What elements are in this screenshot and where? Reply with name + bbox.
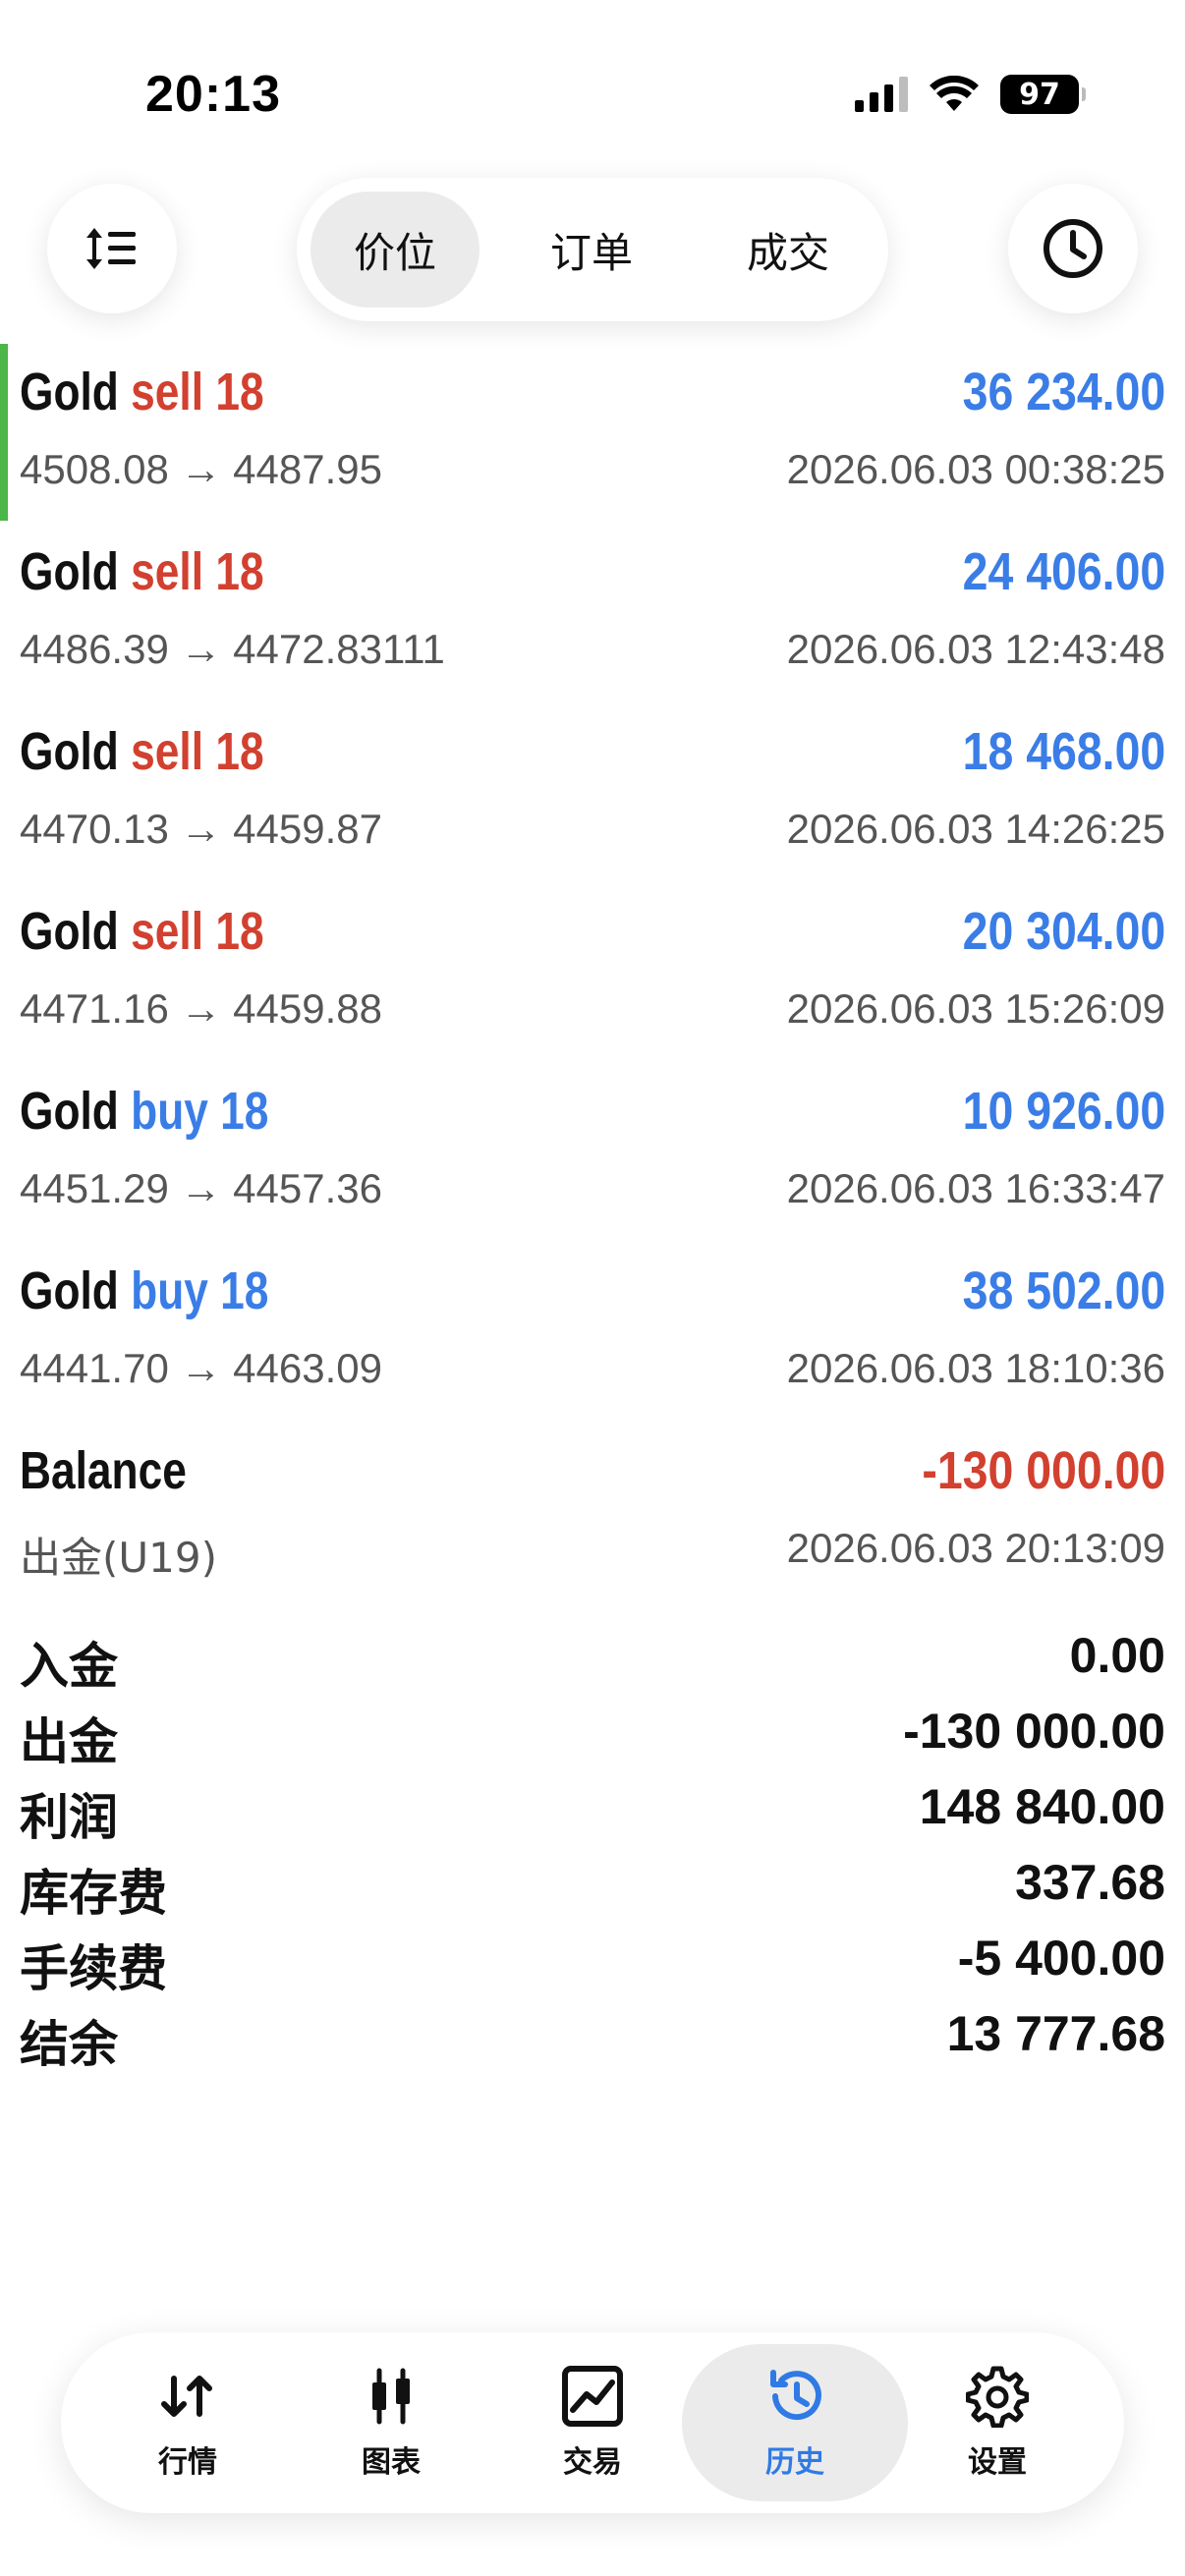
period-button[interactable] bbox=[1008, 184, 1138, 313]
deal-prices: 4486.39 → 4472.83111 bbox=[20, 626, 445, 672]
deal-time: 2026.06.03 18:10:36 bbox=[786, 1345, 1165, 1391]
deal-title: Gold sell 18 bbox=[20, 721, 264, 782]
history-icon bbox=[770, 2370, 821, 2421]
deal-symbol: Gold bbox=[20, 902, 119, 961]
status-time: 20:13 bbox=[145, 66, 281, 123]
history-summary: 入金 0.00 出金 -130 000.00 利润 148 840.00 库存费… bbox=[20, 1619, 1165, 2073]
summary-row-withdrawal: 出金 -130 000.00 bbox=[20, 1695, 1165, 1770]
summary-value: 148 840.00 bbox=[919, 1779, 1165, 1834]
summary-value: 13 777.68 bbox=[946, 2006, 1165, 2061]
bottom-tab-bar: 行情 图表 交易 历史 设置 bbox=[61, 2332, 1124, 2513]
deal-row[interactable]: Gold sell 18 36 234.00 4508.08 → 4487.95… bbox=[0, 344, 1185, 524]
deal-title: Gold sell 18 bbox=[20, 901, 264, 962]
deal-symbol: Gold bbox=[20, 363, 119, 421]
deal-time: 2026.06.03 00:38:25 bbox=[786, 446, 1165, 492]
deal-side: sell 18 bbox=[131, 363, 264, 421]
battery-icon: 97 bbox=[1000, 75, 1086, 114]
tab-label: 行情 bbox=[158, 2445, 217, 2480]
deal-symbol: Gold bbox=[20, 1261, 119, 1320]
deal-time: 2026.06.03 12:43:48 bbox=[786, 626, 1165, 672]
clock-icon bbox=[1044, 219, 1102, 278]
deal-list: Gold sell 18 36 234.00 4508.08 → 4487.95… bbox=[0, 344, 1185, 1602]
deal-profit: 10 926.00 bbox=[962, 1082, 1165, 1141]
deal-side: buy 18 bbox=[131, 1261, 269, 1320]
segment-deals[interactable]: 成交 bbox=[704, 192, 873, 308]
summary-label: 入金 bbox=[20, 1638, 118, 1695]
trade-chart-icon bbox=[562, 2366, 623, 2427]
summary-label: 利润 bbox=[20, 1789, 118, 1846]
tab-label: 交易 bbox=[563, 2445, 622, 2480]
deal-time: 2026.06.03 16:33:47 bbox=[786, 1165, 1165, 1211]
summary-label: 库存费 bbox=[20, 1865, 167, 1922]
deal-row[interactable]: Gold buy 18 10 926.00 4451.29 → 4457.36 … bbox=[0, 1063, 1185, 1243]
deal-time: 2026.06.03 15:26:09 bbox=[786, 985, 1165, 1032]
summary-row-commission: 手续费 -5 400.00 bbox=[20, 1922, 1165, 1997]
tab-trade[interactable]: 交易 bbox=[480, 2344, 705, 2501]
segment-orders[interactable]: 订单 bbox=[507, 192, 676, 308]
deal-title: Gold sell 18 bbox=[20, 362, 264, 422]
summary-row-balance: 结余 13 777.68 bbox=[20, 1997, 1165, 2073]
tab-label: 历史 bbox=[765, 2445, 824, 2480]
summary-label: 结余 bbox=[20, 2016, 118, 2073]
deal-side: sell 18 bbox=[131, 722, 264, 781]
status-icons: 97 bbox=[855, 73, 1086, 116]
balance-amount: -130 000.00 bbox=[922, 1441, 1165, 1500]
summary-value: 337.68 bbox=[1015, 1855, 1165, 1910]
summary-row-deposit: 入金 0.00 bbox=[20, 1619, 1165, 1695]
sort-button[interactable] bbox=[47, 184, 177, 313]
deal-profit: 38 502.00 bbox=[962, 1261, 1165, 1320]
wifi-icon bbox=[930, 76, 979, 111]
battery-level: 97 bbox=[1019, 77, 1060, 112]
balance-time: 2026.06.03 20:13:09 bbox=[786, 1525, 1165, 1571]
deal-profit: 24 406.00 bbox=[962, 542, 1165, 601]
tab-history[interactable]: 历史 bbox=[682, 2344, 908, 2501]
deal-row[interactable]: Gold sell 18 24 406.00 4486.39 → 4472.83… bbox=[0, 524, 1185, 703]
deal-row[interactable]: Gold sell 18 18 468.00 4470.13 → 4459.87… bbox=[0, 703, 1185, 883]
summary-value: -130 000.00 bbox=[903, 1704, 1165, 1759]
tab-label: 图表 bbox=[362, 2445, 421, 2480]
deal-prices: 4451.29 → 4457.36 bbox=[20, 1165, 382, 1211]
deal-profit: 18 468.00 bbox=[962, 722, 1165, 781]
tab-quotes[interactable]: 行情 bbox=[75, 2344, 301, 2501]
tab-label: 设置 bbox=[968, 2445, 1027, 2480]
candlestick-icon bbox=[372, 2368, 410, 2425]
sort-icon bbox=[86, 228, 136, 269]
deal-prices: 4470.13 → 4459.87 bbox=[20, 806, 382, 852]
cellular-signal-icon bbox=[855, 77, 908, 112]
deal-row[interactable]: Gold buy 18 38 502.00 4441.70 → 4463.09 … bbox=[0, 1243, 1185, 1423]
balance-comment: 出金(U19) bbox=[20, 1534, 217, 1582]
deal-profit: 20 304.00 bbox=[962, 902, 1165, 961]
deal-side: sell 18 bbox=[131, 542, 264, 601]
deal-prices: 4441.70 → 4463.09 bbox=[20, 1345, 382, 1391]
deal-symbol: Gold bbox=[20, 722, 119, 781]
deal-prices: 4508.08 → 4487.95 bbox=[20, 446, 382, 492]
deal-side: sell 18 bbox=[131, 902, 264, 961]
tab-charts[interactable]: 图表 bbox=[278, 2344, 504, 2501]
balance-title: Balance bbox=[20, 1441, 187, 1500]
arrows-updown-icon bbox=[161, 2376, 212, 2417]
summary-value: -5 400.00 bbox=[957, 1931, 1165, 1986]
deal-symbol: Gold bbox=[20, 542, 119, 601]
summary-label: 出金 bbox=[20, 1713, 118, 1770]
deal-side: buy 18 bbox=[131, 1082, 269, 1141]
tab-settings[interactable]: 设置 bbox=[884, 2344, 1110, 2501]
summary-row-swap: 库存费 337.68 bbox=[20, 1846, 1165, 1922]
deal-title: Gold buy 18 bbox=[20, 1081, 268, 1142]
balance-row[interactable]: Balance -130 000.00 出金(U19) 2026.06.03 2… bbox=[0, 1423, 1185, 1602]
view-segmented-control: 价位 订单 成交 bbox=[297, 178, 888, 321]
deal-prices: 4471.16 → 4459.88 bbox=[20, 985, 382, 1032]
deal-row[interactable]: Gold sell 18 20 304.00 4471.16 → 4459.88… bbox=[0, 883, 1185, 1063]
deal-time: 2026.06.03 14:26:25 bbox=[786, 806, 1165, 852]
deal-profit: 36 234.00 bbox=[962, 363, 1165, 421]
summary-value: 0.00 bbox=[1069, 1628, 1165, 1683]
deal-title: Gold buy 18 bbox=[20, 1260, 268, 1321]
gear-icon bbox=[966, 2366, 1029, 2428]
segment-price[interactable]: 价位 bbox=[310, 192, 480, 308]
summary-label: 手续费 bbox=[20, 1940, 167, 1997]
summary-row-profit: 利润 148 840.00 bbox=[20, 1770, 1165, 1846]
deal-title: Gold sell 18 bbox=[20, 541, 264, 602]
deal-symbol: Gold bbox=[20, 1082, 119, 1141]
status-bar: 20:13 97 bbox=[0, 0, 1185, 187]
